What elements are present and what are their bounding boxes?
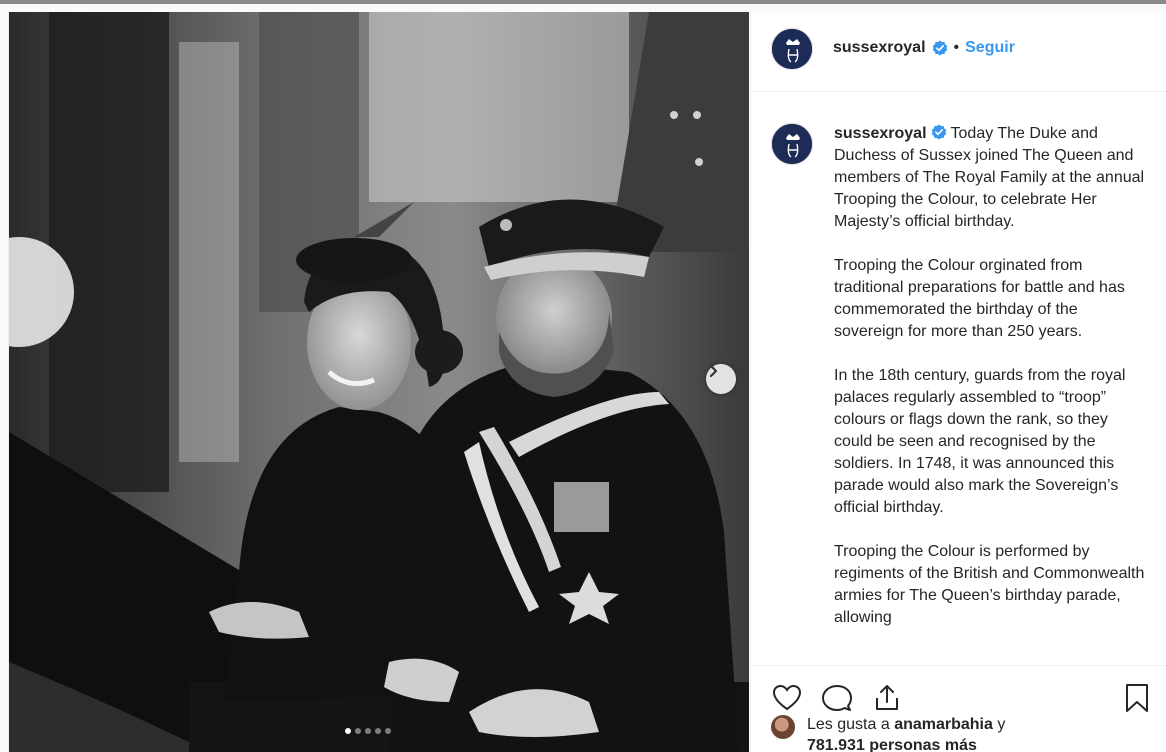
liker-username[interactable]: anamarbahia [894,716,993,733]
carousel-indicator [345,728,391,734]
avatar[interactable] [771,123,813,165]
likes-count-link[interactable]: 781.931 personas más [807,735,977,752]
likes-line: Les gusta a anamarbahia y [807,714,1005,735]
chevron-right-icon [709,364,718,378]
carousel-dot [345,728,351,734]
comment-button[interactable] [821,682,853,714]
avatar[interactable] [771,28,813,70]
share-button[interactable] [871,682,903,714]
comment-icon [822,685,852,711]
post-photo[interactable] [9,12,749,752]
likes-prefix: Les gusta a [807,716,890,733]
caption-paragraph: In the 18th century, guards from the roy… [834,367,1126,516]
carousel-dot [375,728,381,734]
carousel-dot [355,728,361,734]
carousel-dot [385,728,391,734]
next-photo-button[interactable] [706,364,736,394]
avatar[interactable] [771,715,795,739]
header-user-row: sussexroyal • Seguir [833,39,1015,57]
carousel-dot [365,728,371,734]
share-icon [876,685,898,710]
save-button[interactable] [1121,682,1153,714]
royal-monogram-logo [772,29,812,69]
likes-conjunction: y [997,716,1006,733]
royal-monogram-logo [772,124,812,164]
post-modal: sussexroyal • Seguir sussexroyal Today T… [8,12,1166,752]
caption-paragraph: Trooping the Colour orginated from tradi… [834,257,1125,340]
post-actions-bar [751,665,1166,715]
heart-icon [772,684,802,711]
caption-paragraph: Trooping the Colour is performed by regi… [834,543,1145,626]
header-username[interactable]: sussexroyal [833,39,926,57]
follow-button[interactable]: Seguir [965,39,1015,57]
verified-badge-icon [932,40,947,56]
photo-illustration [9,12,749,752]
bookmark-icon [1126,684,1148,712]
verified-badge-icon [931,124,946,140]
caption-paragraph: sussexroyal Today The Duke and Duchess o… [834,123,1149,233]
caption-username[interactable]: sussexroyal [834,125,927,142]
header-separator: • [953,39,960,56]
like-button[interactable] [771,682,803,714]
post-header: sussexroyal • Seguir [751,12,1166,92]
post-side-panel: sussexroyal • Seguir sussexroyal Today T… [750,12,1166,752]
window-top-strip [0,0,1166,4]
comments-section: sussexroyal Today The Duke and Duchess o… [751,93,1166,665]
post-caption: sussexroyal Today The Duke and Duchess o… [834,123,1149,651]
